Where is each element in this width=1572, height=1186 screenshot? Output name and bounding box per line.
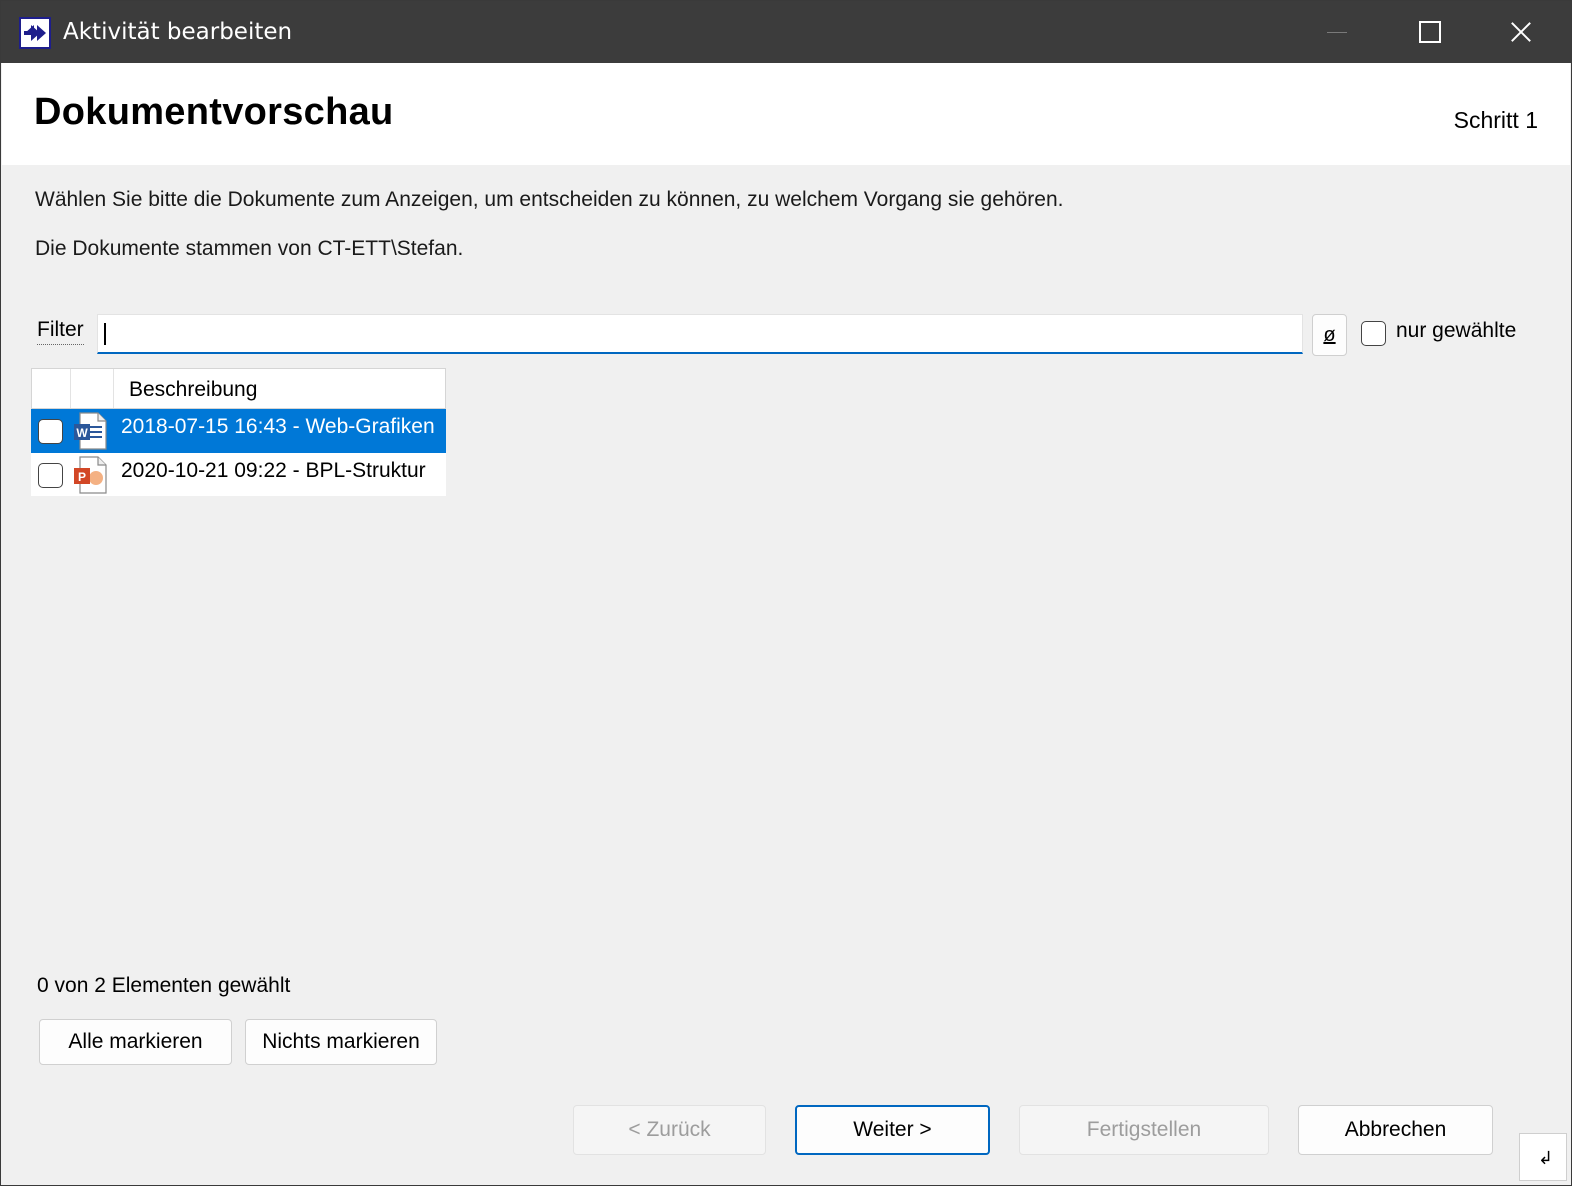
page-title: Dokumentvorschau bbox=[34, 91, 394, 133]
step-label: Schritt 1 bbox=[1453, 107, 1538, 133]
finish-button[interactable]: Fertigstellen bbox=[1019, 1105, 1269, 1155]
word-document-icon: W bbox=[72, 412, 110, 455]
list-row[interactable]: W 2018-07-15 16:43 - Web-Grafiken bbox=[31, 409, 446, 453]
row-text: 2020-10-21 09:22 - BPL-Struktur bbox=[121, 459, 426, 482]
select-all-label: Alle markieren bbox=[68, 1030, 203, 1053]
dialog-window: Aktivität bearbeiten Dokumentvorschau Sc… bbox=[0, 0, 1572, 1186]
cancel-button[interactable]: Abbrechen bbox=[1298, 1105, 1493, 1155]
maximize-button[interactable] bbox=[1383, 1, 1475, 63]
only-selected-label: nur gewählte bbox=[1396, 319, 1517, 342]
description-column-header[interactable]: Beschreibung bbox=[129, 378, 257, 402]
filter-input[interactable] bbox=[97, 314, 1303, 354]
icon-column-header[interactable] bbox=[71, 369, 114, 408]
corner-arrow-icon: ↲ bbox=[1538, 1148, 1554, 1168]
page-header: Dokumentvorschau Schritt 1 bbox=[2, 63, 1570, 165]
title-bar: Aktivität bearbeiten bbox=[1, 1, 1571, 63]
clear-filter-label: ø bbox=[1323, 324, 1336, 346]
powerpoint-document-icon: P bbox=[72, 456, 110, 499]
cancel-label: Abbrechen bbox=[1344, 1118, 1447, 1141]
next-button[interactable]: Weiter > bbox=[795, 1105, 990, 1155]
list-header: Beschreibung bbox=[31, 368, 446, 409]
source-text: Die Dokumente stammen von CT-ETT\Stefan. bbox=[35, 237, 464, 260]
next-label: Weiter > bbox=[853, 1118, 932, 1141]
row-checkbox[interactable] bbox=[38, 463, 63, 488]
row-checkbox[interactable] bbox=[38, 419, 63, 444]
checkbox-column-header[interactable] bbox=[32, 369, 71, 408]
select-all-button[interactable]: Alle markieren bbox=[39, 1019, 232, 1065]
select-none-label: Nichts markieren bbox=[262, 1030, 420, 1053]
window-title: Aktivität bearbeiten bbox=[63, 19, 293, 45]
close-button[interactable] bbox=[1475, 1, 1567, 63]
select-none-button[interactable]: Nichts markieren bbox=[245, 1019, 437, 1065]
double-arrow-right-icon bbox=[19, 17, 51, 49]
selection-count: 0 von 2 Elementen gewählt bbox=[37, 974, 291, 997]
document-list: Beschreibung W 2018-07-15 16:43 - Web-Gr… bbox=[31, 368, 446, 496]
svg-text:W: W bbox=[76, 426, 88, 440]
svg-text:P: P bbox=[78, 470, 86, 484]
back-label: < Zurück bbox=[628, 1118, 711, 1141]
resize-grip[interactable]: ↲ bbox=[1519, 1133, 1567, 1181]
clear-filter-button[interactable]: ø bbox=[1312, 314, 1347, 356]
instruction-text: Wählen Sie bitte die Dokumente zum Anzei… bbox=[35, 188, 1064, 211]
back-button[interactable]: < Zurück bbox=[573, 1105, 766, 1155]
row-text: 2018-07-15 16:43 - Web-Grafiken bbox=[121, 415, 435, 438]
finish-label: Fertigstellen bbox=[1086, 1118, 1202, 1141]
only-selected-checkbox[interactable] bbox=[1361, 321, 1386, 346]
filter-label: Filter bbox=[37, 318, 84, 345]
list-row[interactable]: P 2020-10-21 09:22 - BPL-Struktur bbox=[31, 453, 446, 497]
minimize-button[interactable] bbox=[1291, 1, 1383, 63]
text-caret bbox=[104, 323, 106, 345]
